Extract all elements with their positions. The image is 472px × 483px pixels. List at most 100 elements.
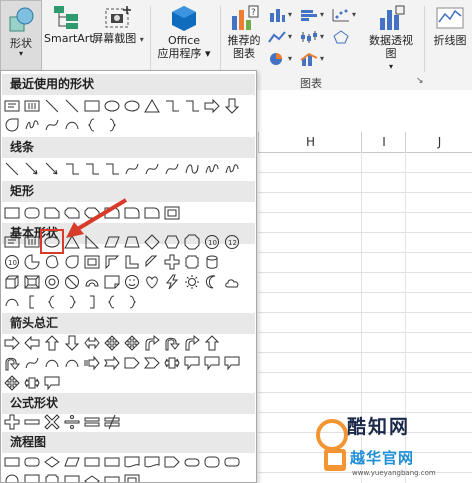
shape-uarrow-icon[interactable] [204, 335, 220, 351]
shape-can-icon[interactable] [204, 254, 220, 270]
shape-decision-icon[interactable] [44, 454, 60, 470]
shape-minus-icon[interactable] [24, 414, 40, 430]
shape-data-icon[interactable] [64, 454, 80, 470]
shape-brace-icon[interactable] [84, 117, 100, 133]
shape-lrcallout-icon[interactable] [24, 375, 40, 391]
shape-blockarc-icon[interactable] [84, 274, 100, 290]
shape-scribble-icon[interactable] [224, 161, 240, 177]
shape-rect-icon[interactable] [84, 98, 100, 114]
shape-process-icon[interactable] [104, 473, 120, 482]
shape-pentarrow-icon[interactable] [124, 355, 140, 371]
shape-altproc-icon[interactable] [224, 454, 240, 470]
shape-curve-icon[interactable] [24, 355, 40, 371]
chevron-down-icon[interactable]: ▾ [320, 32, 324, 41]
shape-elbow-icon[interactable] [84, 161, 100, 177]
chevron-down-icon[interactable]: ▾ [288, 10, 292, 19]
shape-line-icon[interactable] [64, 98, 80, 114]
shape-brace-icon[interactable] [104, 294, 120, 310]
shape-decision-icon[interactable] [84, 473, 100, 482]
shape-callout-icon[interactable] [44, 375, 60, 391]
shape-pie-icon[interactable] [24, 254, 40, 270]
shape-frame-icon[interactable] [164, 205, 180, 221]
chevron-down-icon[interactable]: ▾ [320, 10, 324, 19]
shape-rbrace-icon[interactable] [124, 294, 140, 310]
shape-quadarrow-icon[interactable] [124, 335, 140, 351]
shape-folded-icon[interactable] [24, 473, 40, 482]
column-header-i[interactable]: I [361, 132, 406, 153]
shape-rbracket-icon[interactable] [84, 294, 100, 310]
shape-rbrace-icon[interactable] [64, 294, 80, 310]
shape-lrarrow-icon[interactable] [84, 335, 100, 351]
shape-rrect-icon[interactable] [204, 454, 220, 470]
shape-curve-icon[interactable] [164, 161, 180, 177]
shape-smiley-icon[interactable] [124, 274, 140, 290]
shape-frame-icon[interactable] [124, 473, 140, 482]
shape-rbrace-icon[interactable] [104, 117, 120, 133]
shape-freeform-icon[interactable] [184, 161, 200, 177]
shape-curve-icon[interactable] [44, 117, 60, 133]
shape-halfframe-icon[interactable] [104, 254, 120, 270]
shape-rrect-icon[interactable] [24, 205, 40, 221]
shape-number-icon[interactable]: 10 [204, 234, 220, 250]
shape-circle-icon[interactable] [4, 473, 20, 482]
shape-textbox-icon[interactable] [4, 98, 20, 114]
shape-cube-icon[interactable] [4, 274, 20, 290]
shape-line-icon[interactable] [44, 98, 60, 114]
column-chart-icon[interactable] [268, 8, 286, 22]
shape-rect-icon[interactable] [4, 205, 20, 221]
chevron-down-icon[interactable]: ▾ [320, 54, 324, 63]
sparkline-line-button[interactable]: 折线图 [428, 4, 472, 47]
combo-chart-icon[interactable] [300, 52, 318, 66]
shape-times-icon[interactable] [44, 414, 60, 430]
column-header-h[interactable]: H [258, 132, 362, 153]
shape-textbox-icon[interactable] [4, 234, 20, 250]
shape-oval-icon[interactable] [104, 98, 120, 114]
shape-moon-icon[interactable] [204, 274, 220, 290]
shape-quadarrow-icon[interactable] [104, 335, 120, 351]
shape-bevel-icon[interactable] [24, 274, 40, 290]
shape-octagon-icon[interactable] [184, 234, 200, 250]
shape-cloud-icon[interactable] [224, 274, 240, 290]
shape-elbow-icon[interactable] [64, 161, 80, 177]
shape-doc-icon[interactable] [144, 454, 160, 470]
smartart-button[interactable]: SmartArt [44, 4, 94, 45]
shape-doc-icon[interactable] [64, 473, 80, 482]
shape-number12-icon[interactable]: 12 [224, 234, 240, 250]
shape-darrow-icon[interactable] [64, 335, 80, 351]
shape-curve-icon[interactable] [124, 161, 140, 177]
shape-uturn-icon[interactable] [4, 355, 20, 371]
shape-oval-icon[interactable] [124, 98, 140, 114]
shape-arc-icon[interactable] [64, 355, 80, 371]
shape-larrow-icon[interactable] [24, 335, 40, 351]
shape-plaque-icon[interactable] [44, 473, 60, 482]
shape-brace-icon[interactable] [44, 294, 60, 310]
chevron-down-icon[interactable]: ▾ [288, 54, 292, 63]
shape-darrow-icon[interactable] [224, 98, 240, 114]
shape-frame-icon[interactable] [84, 254, 100, 270]
dialog-launcher-icon[interactable]: ↘ [416, 76, 424, 86]
shape-teardrop-icon[interactable] [4, 117, 20, 133]
shape-plus-icon[interactable] [4, 414, 20, 430]
column-header-j[interactable]: J [405, 132, 472, 153]
shape-lightning-icon[interactable] [164, 274, 180, 290]
shape-arrowline-icon[interactable] [44, 161, 60, 177]
shape-bentarrow-icon[interactable] [144, 335, 160, 351]
shape-nosymbol-icon[interactable] [64, 274, 80, 290]
office-apps-button[interactable]: Office 应用程序 ▾ [155, 4, 213, 60]
shape-pentarrow-icon[interactable] [164, 454, 180, 470]
pivot-chart-button[interactable]: 数据透视图 ▾ [364, 4, 418, 73]
bar-chart-icon[interactable] [300, 8, 318, 22]
shape-chevron-icon[interactable] [144, 355, 160, 371]
shape-diamond-icon[interactable] [144, 234, 160, 250]
stock-chart-icon[interactable] [300, 30, 318, 44]
shape-plus-icon[interactable] [164, 254, 180, 270]
shape-folded-icon[interactable] [104, 274, 120, 290]
shape-callout-icon[interactable] [184, 355, 200, 371]
shape-number-icon[interactable]: 10 [4, 254, 20, 270]
shape-rarrow-icon[interactable] [204, 98, 220, 114]
shape-quadarrow-icon[interactable] [4, 375, 20, 391]
shape-doc-icon[interactable] [124, 454, 140, 470]
shape-diagstripe-icon[interactable] [144, 254, 160, 270]
recommended-charts-button[interactable]: ? 推荐的 图表 [224, 4, 264, 60]
shape-chord-icon[interactable] [44, 254, 60, 270]
